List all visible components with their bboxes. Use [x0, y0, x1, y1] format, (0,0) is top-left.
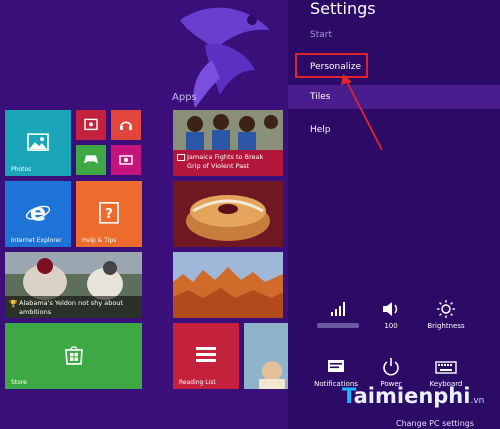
change-pc-settings-link[interactable]: Change PC settings	[396, 419, 474, 428]
sports-news-caption: 🏆 Alabama's Yeldon not shy about ambitio…	[5, 296, 142, 318]
news-caption: Jamaica Fights to Break Grip of Violent …	[173, 150, 283, 176]
bundt-cake-photo	[173, 181, 283, 247]
brightness-sun-icon	[437, 300, 455, 318]
news-icon	[177, 154, 185, 161]
internet-explorer-icon: e	[25, 200, 51, 226]
apps-group-label: Apps	[172, 92, 197, 103]
settings-context-label: Start	[310, 30, 332, 40]
svg-text:e: e	[30, 200, 46, 226]
news-tile[interactable]: Jamaica Fights to Break Grip of Violent …	[173, 110, 283, 176]
settings-title: Settings	[310, 0, 376, 18]
brightness-label: Brightness	[427, 322, 465, 330]
camera-icon	[119, 155, 133, 165]
people-photo-tile[interactable]	[244, 323, 288, 389]
camera-tile[interactable]	[111, 145, 141, 175]
sports-news-headline: Alabama's Yeldon not shy about ambitions	[19, 299, 123, 316]
internet-explorer-tile[interactable]: e Internet Explorer	[5, 181, 71, 247]
keyboard-icon	[435, 361, 457, 374]
people-photo	[244, 323, 288, 389]
speaker-volume-icon	[383, 302, 398, 316]
store-label: Store	[11, 379, 27, 386]
notifications-icon	[328, 360, 344, 372]
store-bag-icon	[64, 346, 83, 365]
photos-label: Photos	[11, 166, 32, 173]
watermark-main: aimienphi	[353, 384, 471, 408]
volume-level: 100	[384, 322, 398, 330]
reading-list-tile[interactable]: Reading List	[173, 323, 239, 389]
canyon-photo	[173, 252, 283, 318]
svg-text:?: ?	[105, 207, 113, 222]
travel-tile[interactable]	[173, 252, 283, 318]
internet-explorer-label: Internet Explorer	[11, 237, 62, 244]
video-icon	[84, 118, 98, 131]
watermark-t: T	[342, 384, 354, 408]
trophy-icon: 🏆	[9, 300, 18, 308]
network-signal-icon	[331, 302, 345, 316]
volume-button[interactable]: 100	[363, 300, 419, 330]
power-icon	[383, 358, 399, 376]
brightness-button[interactable]: Brightness	[418, 300, 474, 330]
video-tile[interactable]	[76, 110, 106, 140]
photos-icon	[27, 133, 49, 151]
photos-tile[interactable]: Photos	[5, 110, 71, 176]
reading-list-label: Reading List	[179, 379, 216, 386]
sports-news-tile[interactable]: 🏆 Alabama's Yeldon not shy about ambitio…	[5, 252, 142, 318]
reading-list-icon	[196, 347, 216, 362]
store-tile[interactable]: Store	[5, 323, 142, 389]
network-name-blurred	[317, 323, 359, 328]
xbox-controller-icon	[84, 155, 98, 164]
help-tips-label: Help & Tips	[82, 237, 117, 244]
background-fish-decoration	[180, 7, 270, 108]
network-button[interactable]	[310, 300, 366, 330]
headphones-icon	[120, 121, 132, 130]
watermark-tld: .vn	[470, 396, 485, 406]
taimienphi-watermark: Taimienphi.vn	[342, 384, 484, 408]
music-tile[interactable]	[111, 110, 141, 140]
windows-start-screen: Photos e Internet Explorer ? Help & Tips	[0, 0, 500, 429]
news-headline: Jamaica Fights to Break Grip of Violent …	[187, 153, 264, 170]
food-tile[interactable]	[173, 181, 283, 247]
annotation-arrow	[341, 74, 383, 151]
help-book-icon: ?	[99, 202, 119, 224]
help-tips-tile[interactable]: ? Help & Tips	[76, 181, 142, 247]
games-tile[interactable]	[76, 145, 106, 175]
